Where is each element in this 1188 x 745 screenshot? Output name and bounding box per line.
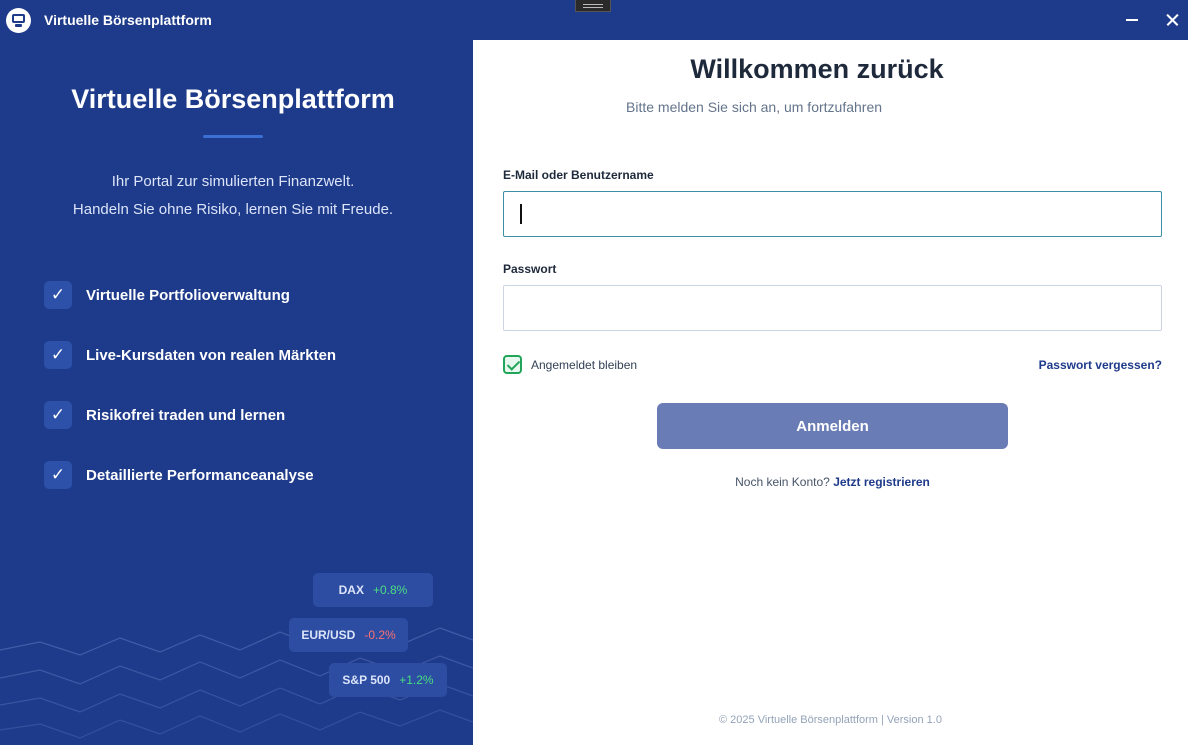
feature-label: Risikofrei traden und lernen xyxy=(86,406,286,424)
ticker-symbol: S&P 500 xyxy=(342,673,391,687)
register-link[interactable]: Jetzt registrieren xyxy=(833,475,930,489)
remember-me-label[interactable]: Angemeldet bleiben xyxy=(531,358,637,372)
email-field[interactable] xyxy=(503,191,1162,237)
login-panel: Willkommen zurück Bitte melden Sie sich … xyxy=(473,40,1188,745)
login-button[interactable]: Anmelden xyxy=(657,403,1008,449)
register-prompt: Noch kein Konto? Jetzt registrieren xyxy=(473,475,1188,489)
login-heading: Willkommen zurück xyxy=(690,54,944,84)
close-icon[interactable] xyxy=(1160,8,1184,32)
title-bar[interactable]: Virtuelle Börsenplattform xyxy=(0,0,1188,40)
left-panel: Virtuelle Börsenplattform Ihr Portal zur… xyxy=(0,40,473,745)
email-label: E-Mail oder Benutzername xyxy=(503,168,654,182)
ticker-eur-usd: EUR/USD -0.2% xyxy=(289,618,408,652)
checkbox-checked-icon[interactable] xyxy=(503,355,522,374)
password-field[interactable] xyxy=(503,285,1162,331)
feature-item: ✓ Detaillierte Performanceanalyse xyxy=(44,461,314,489)
minimize-icon[interactable] xyxy=(1120,8,1144,32)
feature-label: Live-Kursdaten von realen Märkten xyxy=(86,346,337,364)
window-title: Virtuelle Börsenplattform xyxy=(44,12,212,28)
tagline-line-1: Ihr Portal zur simulierten Finanzwelt. xyxy=(111,173,355,190)
ticker-change: -0.2% xyxy=(364,628,396,642)
ticker-symbol: DAX xyxy=(338,583,364,597)
feature-label: Virtuelle Portfolioverwaltung xyxy=(86,286,290,304)
ticker-dax: DAX +0.8% xyxy=(313,573,433,607)
ticker-sp500: S&P 500 +1.2% xyxy=(329,663,447,697)
feature-item: ✓ Live-Kursdaten von realen Märkten xyxy=(44,341,336,369)
feature-label: Detaillierte Performanceanalyse xyxy=(86,466,314,484)
check-icon: ✓ xyxy=(44,461,72,489)
check-icon: ✓ xyxy=(44,341,72,369)
brand-title: Virtuelle Börsenplattform xyxy=(71,84,395,114)
monitor-icon xyxy=(6,8,31,33)
text-cursor xyxy=(520,204,522,224)
password-label: Passwort xyxy=(503,262,557,276)
ticker-change: +1.2% xyxy=(399,673,434,687)
no-account-text: Noch kein Konto? xyxy=(735,475,830,489)
check-icon: ✓ xyxy=(44,281,72,309)
footer-text: © 2025 Virtuelle Börsenplattform | Versi… xyxy=(719,714,942,726)
forgot-password-link[interactable]: Passwort vergessen? xyxy=(1033,358,1162,372)
feature-item: ✓ Risikofrei traden und lernen xyxy=(44,401,285,429)
drag-handle-icon[interactable] xyxy=(575,0,611,12)
check-icon: ✓ xyxy=(44,401,72,429)
feature-item: ✓ Virtuelle Portfolioverwaltung xyxy=(44,281,290,309)
ticker-change: +0.8% xyxy=(372,583,408,597)
ticker-symbol: EUR/USD xyxy=(301,628,356,642)
tagline-line-2: Handeln Sie ohne Risiko, lernen Sie mit … xyxy=(72,201,394,218)
accent-divider xyxy=(203,135,263,138)
login-subtitle: Bitte melden Sie sich an, um fortzufahre… xyxy=(626,99,883,115)
remember-me-checkbox[interactable]: Angemeldet bleiben xyxy=(503,355,637,374)
